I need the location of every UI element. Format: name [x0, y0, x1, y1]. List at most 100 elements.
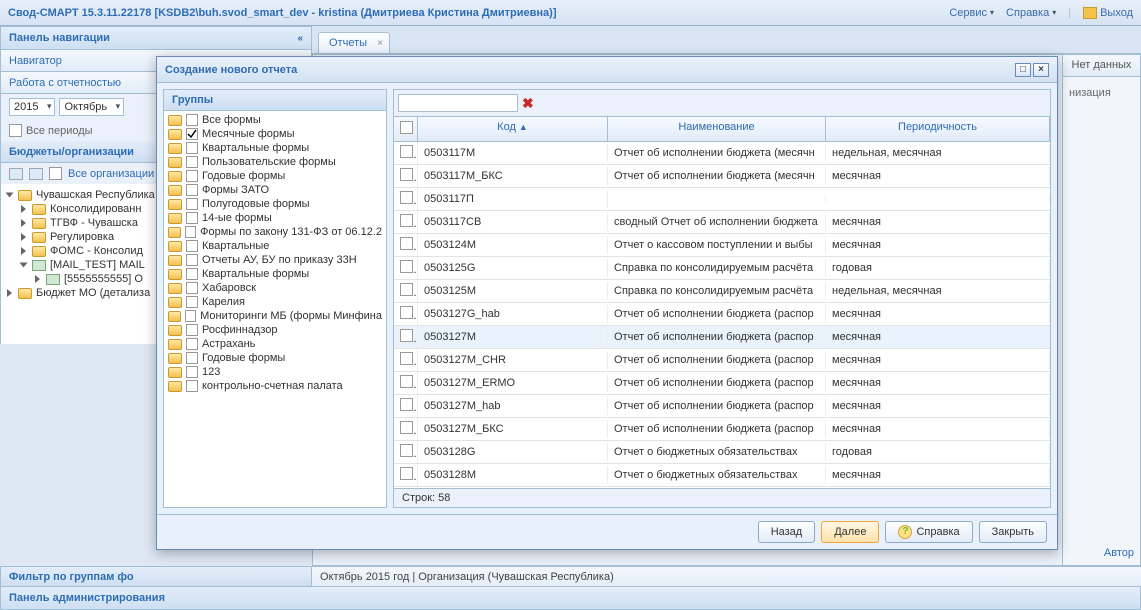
col-code[interactable]: Код ▲: [418, 117, 608, 141]
group-item[interactable]: Формы ЗАТО: [168, 183, 382, 197]
table-row[interactable]: 0503127М_CHRОтчет об исполнении бюджета …: [394, 349, 1050, 372]
group-item[interactable]: Хабаровск: [168, 281, 382, 295]
back-button[interactable]: Назад: [758, 521, 816, 543]
tab-reports[interactable]: Отчеты ×: [318, 32, 390, 53]
group-checkbox[interactable]: [186, 128, 198, 140]
year-combo[interactable]: 2015: [9, 98, 55, 116]
table-row[interactable]: 0503125МСправка по консолидируемым расчё…: [394, 280, 1050, 303]
next-button[interactable]: Далее: [821, 521, 879, 543]
close-icon[interactable]: ×: [377, 38, 383, 49]
group-checkbox[interactable]: [186, 282, 198, 294]
close-icon[interactable]: ×: [1033, 63, 1049, 77]
row-checkbox[interactable]: [400, 191, 413, 204]
group-item[interactable]: Все формы: [168, 113, 382, 127]
row-checkbox[interactable]: [400, 375, 413, 388]
group-item[interactable]: Годовые формы: [168, 351, 382, 365]
maximize-icon[interactable]: □: [1015, 63, 1031, 77]
group-checkbox[interactable]: [186, 156, 198, 168]
group-item[interactable]: Карелия: [168, 295, 382, 309]
group-item[interactable]: Полугодовые формы: [168, 197, 382, 211]
row-checkbox[interactable]: [400, 283, 413, 296]
row-checkbox[interactable]: [400, 444, 413, 457]
table-row[interactable]: 0503128GОтчет о бюджетных обязательствах…: [394, 441, 1050, 464]
row-checkbox[interactable]: [400, 214, 413, 227]
close-button[interactable]: Закрыть: [979, 521, 1047, 543]
search-input[interactable]: [398, 94, 518, 112]
group-checkbox[interactable]: [186, 268, 198, 280]
table-row[interactable]: 0503127МОтчет об исполнении бюджета (рас…: [394, 326, 1050, 349]
group-checkbox[interactable]: [186, 114, 198, 126]
admin-panel-header[interactable]: Панель администрирования: [0, 586, 1141, 610]
row-checkbox[interactable]: [400, 237, 413, 250]
table-row[interactable]: 0503125GСправка по консолидируемым расчё…: [394, 257, 1050, 280]
group-item[interactable]: Астрахань: [168, 337, 382, 351]
group-item[interactable]: Формы по закону 131-ФЗ от 06.12.2: [168, 225, 382, 239]
table-row[interactable]: 0503127М_habОтчет об исполнении бюджета …: [394, 395, 1050, 418]
help-menu[interactable]: Справка▾: [1006, 7, 1056, 19]
row-checkbox[interactable]: [400, 329, 413, 342]
table-row[interactable]: 0503117М_БКСОтчет об исполнении бюджета …: [394, 165, 1050, 188]
table-row[interactable]: 0503127G_habОтчет об исполнении бюджета …: [394, 303, 1050, 326]
group-checkbox[interactable]: [186, 142, 198, 154]
col-period[interactable]: Периодичность: [826, 117, 1050, 141]
group-item[interactable]: Квартальные формы: [168, 141, 382, 155]
row-checkbox[interactable]: [400, 306, 413, 319]
group-checkbox[interactable]: [186, 324, 198, 336]
cell-name: Отчет о бюджетных обязательствах: [608, 466, 826, 484]
tree-icon[interactable]: [9, 168, 23, 180]
group-item[interactable]: контрольно-счетная палата: [168, 379, 382, 393]
group-checkbox[interactable]: [186, 380, 198, 392]
group-item[interactable]: 14-ые формы: [168, 211, 382, 225]
group-checkbox[interactable]: [186, 338, 198, 350]
grid-body[interactable]: 0503117МОтчет об исполнении бюджета (мес…: [394, 142, 1050, 488]
table-row[interactable]: 0503117П: [394, 188, 1050, 211]
row-checkbox[interactable]: [400, 168, 413, 181]
group-checkbox[interactable]: [186, 198, 198, 210]
clear-search-icon[interactable]: ✖: [522, 95, 534, 112]
all-periods-checkbox[interactable]: [9, 124, 22, 137]
group-item[interactable]: Пользовательские формы: [168, 155, 382, 169]
filter-groups-header[interactable]: Фильтр по группам фо: [0, 566, 312, 588]
group-item[interactable]: 123: [168, 365, 382, 379]
group-checkbox[interactable]: [186, 184, 198, 196]
row-checkbox[interactable]: [400, 352, 413, 365]
group-checkbox[interactable]: [186, 254, 198, 266]
group-item[interactable]: Годовые формы: [168, 169, 382, 183]
group-checkbox[interactable]: [185, 226, 196, 238]
col-name[interactable]: Наименование: [608, 117, 826, 141]
group-checkbox[interactable]: [186, 352, 198, 364]
group-item[interactable]: Месячные формы: [168, 127, 382, 141]
group-checkbox[interactable]: [186, 240, 198, 252]
table-row[interactable]: 0503127М_БКСОтчет об исполнении бюджета …: [394, 418, 1050, 441]
select-all-checkbox[interactable]: [394, 117, 418, 141]
group-item[interactable]: Росфиннадзор: [168, 323, 382, 337]
table-row[interactable]: 0503128МОтчет о бюджетных обязательствах…: [394, 464, 1050, 487]
refresh-icon[interactable]: [29, 168, 43, 180]
table-row[interactable]: 0503117МОтчет об исполнении бюджета (мес…: [394, 142, 1050, 165]
group-checkbox[interactable]: [185, 310, 196, 322]
collapse-icon[interactable]: «: [297, 33, 303, 44]
table-row[interactable]: 0503117СВсводный Отчет об исполнении бюд…: [394, 211, 1050, 234]
table-row[interactable]: 0503124МОтчет о кассовом поступлении и в…: [394, 234, 1050, 257]
group-item[interactable]: Мониторинги МБ (формы Минфина: [168, 309, 382, 323]
help-button[interactable]: ?Справка: [885, 521, 972, 543]
cell-code: 0503125G: [418, 259, 608, 277]
exit-button[interactable]: Выход: [1083, 7, 1133, 19]
folder-icon: [168, 157, 182, 168]
month-combo[interactable]: Октябрь: [59, 98, 124, 116]
all-orgs-checkbox[interactable]: [49, 167, 62, 180]
group-checkbox[interactable]: [186, 366, 198, 378]
row-checkbox[interactable]: [400, 145, 413, 158]
group-item[interactable]: Квартальные формы: [168, 267, 382, 281]
group-item[interactable]: Квартальные: [168, 239, 382, 253]
group-checkbox[interactable]: [186, 296, 198, 308]
group-item[interactable]: Отчеты АУ, БУ по приказу 33Н: [168, 253, 382, 267]
service-menu[interactable]: Сервис▾: [949, 7, 994, 19]
row-checkbox[interactable]: [400, 421, 413, 434]
table-row[interactable]: 0503127М_ERMOОтчет об исполнении бюджета…: [394, 372, 1050, 395]
group-checkbox[interactable]: [186, 212, 198, 224]
row-checkbox[interactable]: [400, 398, 413, 411]
row-checkbox[interactable]: [400, 260, 413, 273]
group-checkbox[interactable]: [186, 170, 198, 182]
row-checkbox[interactable]: [400, 467, 413, 480]
